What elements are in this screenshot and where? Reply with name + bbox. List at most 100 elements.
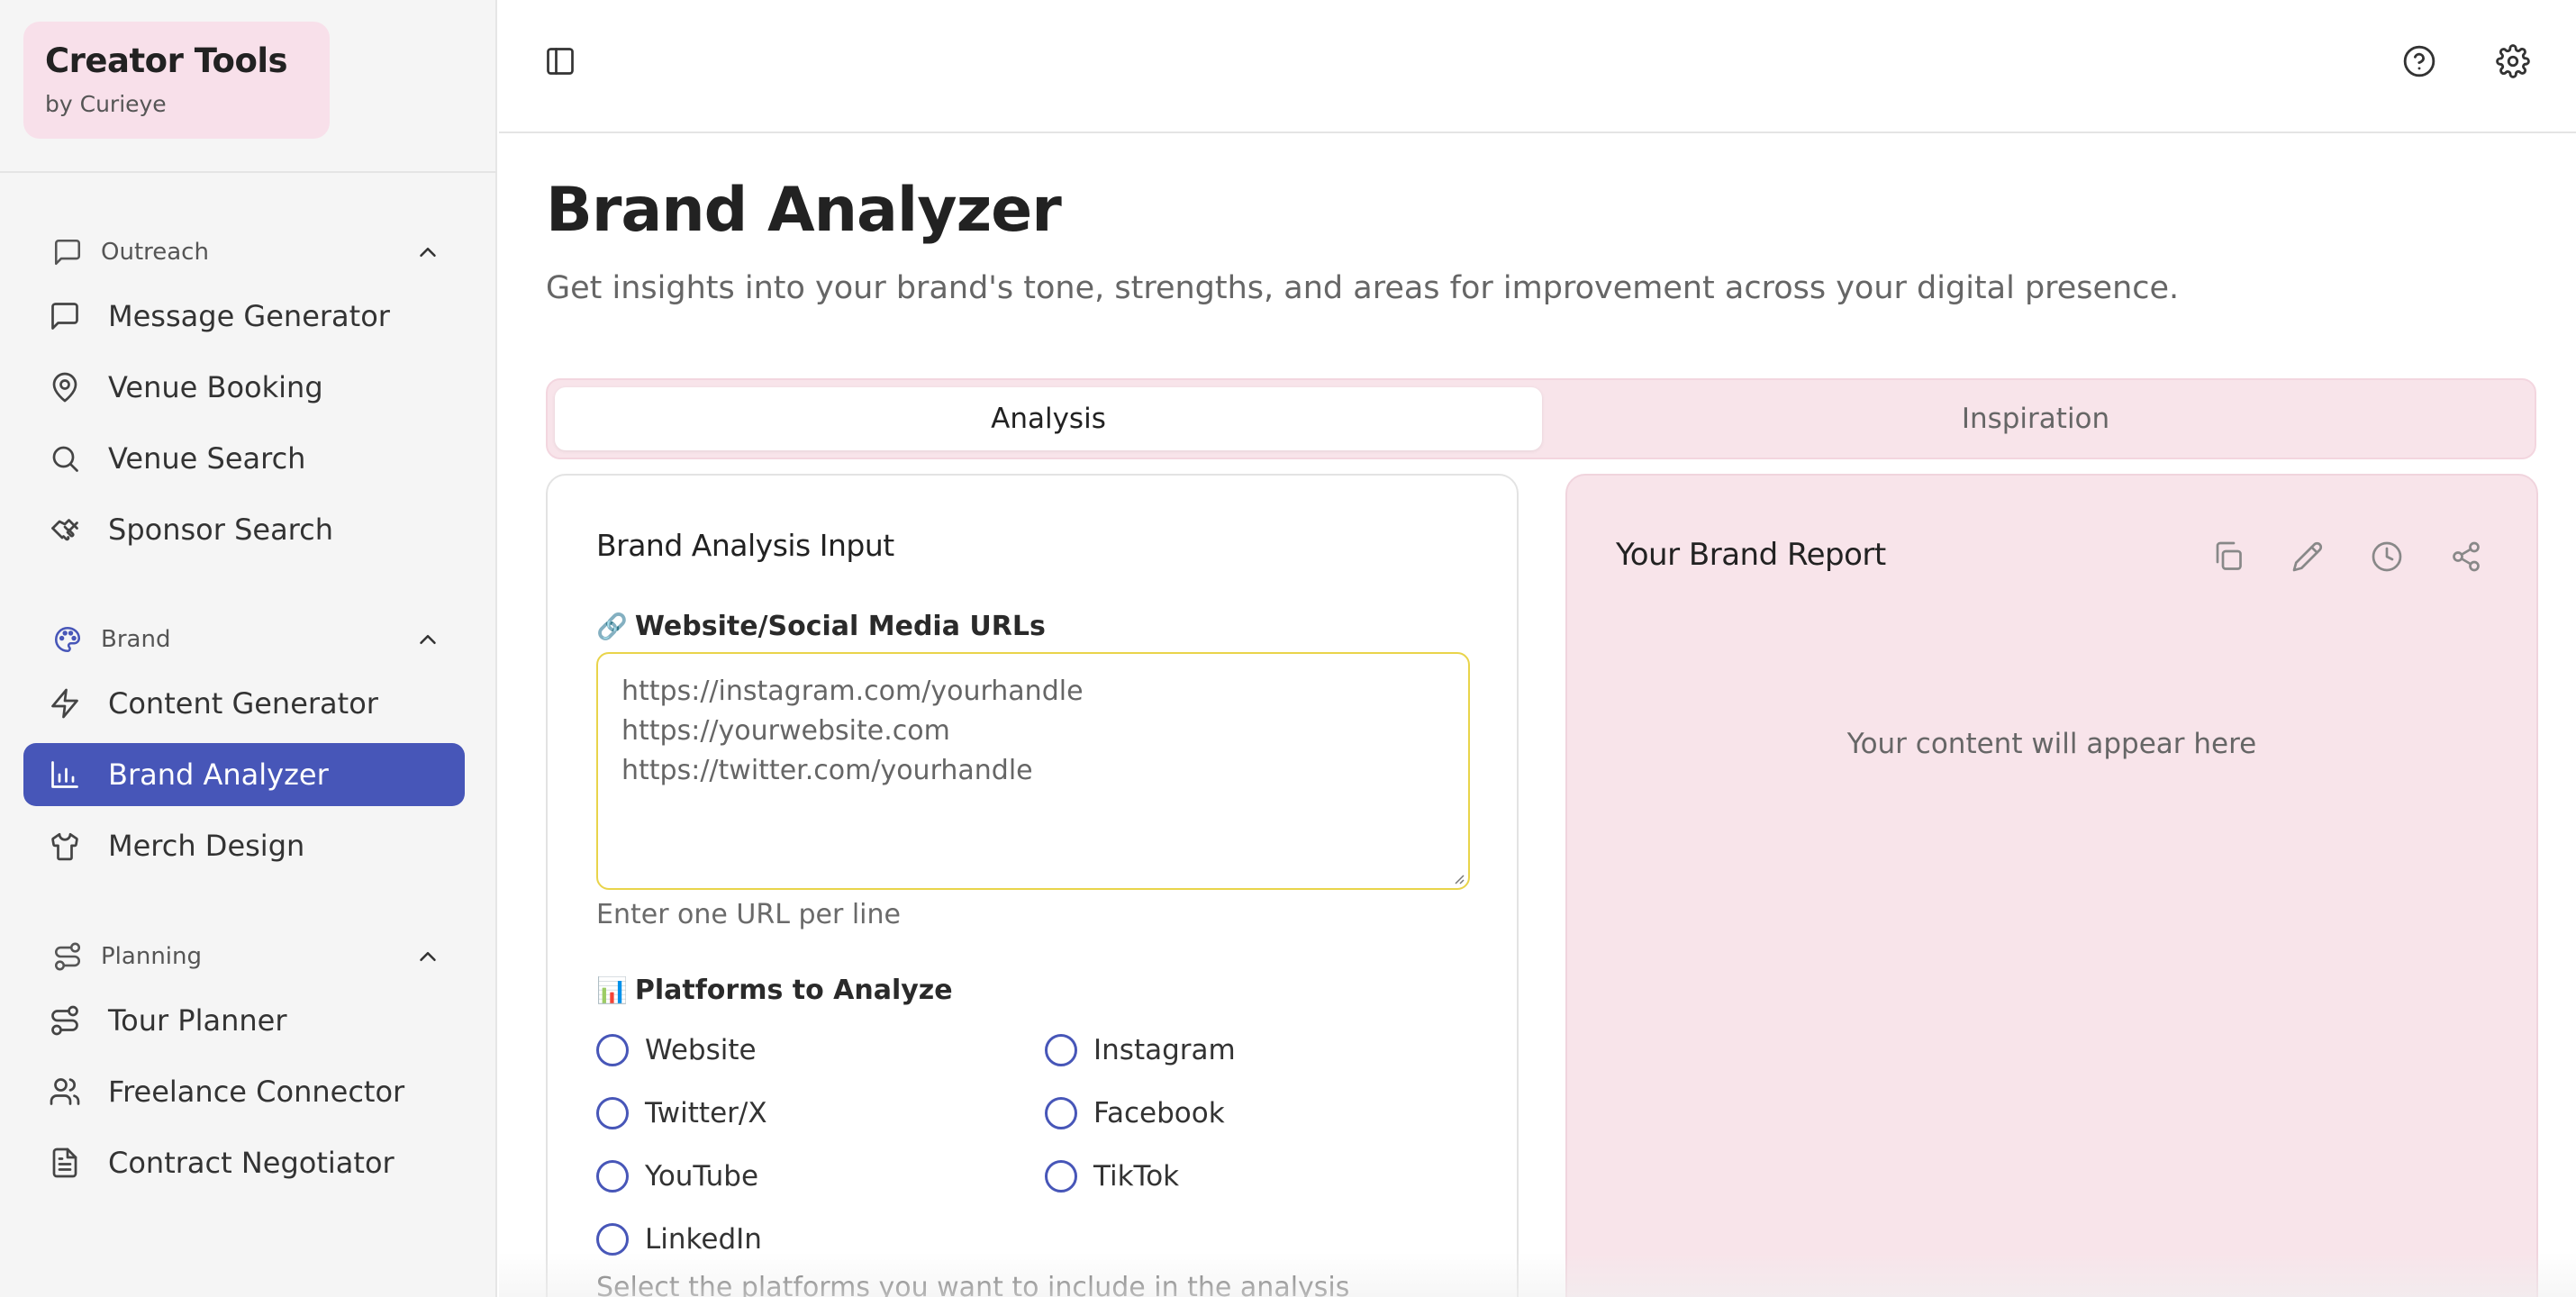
platform-option-facebook[interactable]: Facebook — [1045, 1097, 1225, 1129]
platform-option-label: YouTube — [645, 1160, 759, 1193]
tab-analysis[interactable]: Analysis — [555, 387, 1542, 450]
shirt-icon — [51, 832, 78, 861]
platform-option-instagram[interactable]: Instagram — [1045, 1034, 1236, 1066]
sidebar-item-label: Message Generator — [108, 299, 390, 333]
sidebar-item-sponsor-search[interactable]: Sponsor Search — [23, 498, 465, 561]
platform-option-tiktok[interactable]: TikTok — [1045, 1160, 1179, 1193]
sidebar-toggle-icon — [547, 48, 574, 75]
brand-report-card: Your Brand Report Your content will appe… — [1565, 474, 2538, 1297]
tab-bar: Analysis Inspiration — [546, 378, 2536, 459]
platforms-hint: Select the platforms you want to include… — [596, 1272, 1350, 1297]
platform-option-label: TikTok — [1093, 1160, 1180, 1193]
radio-button[interactable] — [1045, 1034, 1077, 1066]
top-bar — [499, 0, 2576, 133]
platform-option-twitter[interactable]: Twitter/X — [596, 1097, 767, 1129]
report-title: Your Brand Report — [1616, 537, 1886, 573]
sidebar-item-label: Venue Search — [108, 441, 306, 476]
gear-icon — [2496, 44, 2530, 78]
handshake-icon — [51, 519, 78, 541]
sidebar-item-label: Venue Booking — [108, 370, 323, 404]
platform-option-label: Instagram — [1093, 1034, 1236, 1066]
page-title: Brand Analyzer — [546, 175, 1062, 246]
chevron-up-icon[interactable] — [414, 626, 441, 653]
section-label: Outreach — [101, 239, 209, 266]
radio-button[interactable] — [596, 1160, 629, 1193]
route-icon — [54, 942, 81, 971]
sidebar-divider — [0, 171, 497, 173]
chevron-up-icon[interactable] — [414, 943, 441, 970]
help-circle-icon — [2403, 45, 2435, 77]
sidebar-item-venue-booking[interactable]: Venue Booking — [23, 356, 465, 419]
sidebar-item-message-generator[interactable]: Message Generator — [23, 285, 465, 348]
history-button[interactable] — [2365, 535, 2408, 578]
radio-button[interactable] — [596, 1223, 629, 1256]
sidebar-item-label: Content Generator — [108, 686, 378, 721]
brand-analysis-input-card: Brand Analysis Input 🔗 Website/Social Me… — [546, 474, 1519, 1297]
sidebar-item-contract-negotiator[interactable]: Contract Negotiator — [23, 1131, 465, 1194]
history-clock-icon — [2372, 541, 2402, 572]
sidebar-item-freelance-connector[interactable]: Freelance Connector — [23, 1060, 465, 1123]
toggle-sidebar-button[interactable] — [535, 36, 585, 86]
urls-hint: Enter one URL per line — [596, 899, 901, 930]
platforms-label: 📊 Platforms to Analyze — [596, 975, 953, 1006]
message-square-icon — [51, 303, 78, 330]
edit-button[interactable] — [2286, 535, 2329, 578]
section-label: Planning — [101, 943, 202, 970]
file-text-icon — [52, 1147, 77, 1178]
platform-option-label: LinkedIn — [645, 1223, 762, 1256]
page-subtitle: Get insights into your brand's tone, str… — [546, 270, 2180, 306]
help-button[interactable] — [2394, 36, 2444, 86]
radio-button[interactable] — [1045, 1097, 1077, 1129]
sidebar-item-content-generator[interactable]: Content Generator — [23, 672, 465, 735]
sidebar-item-brand-analyzer[interactable]: Brand Analyzer — [23, 743, 465, 806]
edit-pencil-icon — [2292, 541, 2323, 572]
urls-label-text: Website/Social Media URLs — [634, 611, 1046, 642]
section-brand[interactable]: Brand — [23, 618, 474, 661]
sidebar-item-merch-design[interactable]: Merch Design — [23, 814, 465, 877]
radio-button[interactable] — [596, 1034, 629, 1066]
tab-inspiration[interactable]: Inspiration — [1542, 387, 2529, 450]
urls-textarea[interactable]: https://instagram.com/yourhandle https:/… — [596, 652, 1470, 890]
platform-option-label: Twitter/X — [645, 1097, 767, 1129]
platforms-label-text: Platforms to Analyze — [634, 975, 953, 1006]
report-toolbar — [2171, 535, 2488, 578]
share-button[interactable] — [2444, 535, 2488, 578]
sidebar-item-label: Contract Negotiator — [108, 1146, 395, 1180]
sidebar-item-venue-search[interactable]: Venue Search — [23, 427, 465, 490]
share-icon — [2453, 541, 2480, 572]
zap-icon — [51, 688, 78, 719]
brand-logo-box[interactable]: Creator Tools by Curieye — [23, 22, 330, 139]
radio-button[interactable] — [596, 1097, 629, 1129]
report-placeholder: Your content will appear here — [1846, 728, 2257, 760]
settings-button[interactable] — [2488, 36, 2538, 86]
platform-option-youtube[interactable]: YouTube — [596, 1160, 758, 1193]
resize-grip-icon[interactable] — [1450, 870, 1465, 884]
section-planning[interactable]: Planning — [23, 935, 474, 978]
copy-button[interactable] — [2207, 535, 2250, 578]
urls-placeholder: https://instagram.com/yourhandle https:/… — [621, 676, 1084, 786]
route-icon — [51, 1005, 78, 1036]
copy-icon — [2216, 541, 2242, 570]
sidebar-item-label: Sponsor Search — [108, 512, 333, 547]
platform-option-linkedin[interactable]: LinkedIn — [596, 1223, 762, 1256]
link-icon: 🔗 — [596, 612, 628, 641]
sidebar-item-label: Freelance Connector — [108, 1075, 405, 1109]
map-pin-icon — [52, 372, 77, 403]
brand-subtitle: by Curieye — [45, 91, 167, 117]
message-square-icon — [54, 239, 81, 266]
sidebar-item-label: Brand Analyzer — [108, 757, 329, 792]
urls-label: 🔗 Website/Social Media URLs — [596, 611, 1046, 642]
section-label: Brand — [101, 626, 171, 653]
bar-chart-emoji-icon: 📊 — [596, 975, 628, 1005]
search-icon — [52, 446, 78, 472]
section-outreach[interactable]: Outreach — [23, 231, 474, 274]
brand-title: Creator Tools — [45, 41, 288, 80]
sidebar-item-tour-planner[interactable]: Tour Planner — [23, 989, 465, 1052]
sidebar-item-label: Tour Planner — [108, 1003, 287, 1038]
platform-option-website[interactable]: Website — [596, 1034, 757, 1066]
radio-button[interactable] — [1045, 1160, 1077, 1193]
chevron-up-icon[interactable] — [414, 239, 441, 266]
palette-icon — [54, 626, 81, 653]
platform-option-label: Facebook — [1093, 1097, 1225, 1129]
sidebar-item-label: Merch Design — [108, 829, 305, 863]
